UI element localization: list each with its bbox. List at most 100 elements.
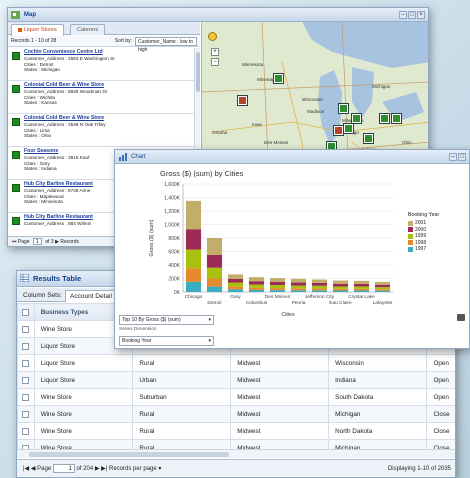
- legend-label: 1999: [415, 233, 427, 240]
- records-bar: Records 1 - 10 of 28 Sort by: Customer_N…: [8, 36, 200, 53]
- map-title-bar[interactable]: Map – □ ×: [8, 8, 428, 22]
- map-label: Ohio: [402, 140, 412, 145]
- row-checkbox[interactable]: [17, 371, 35, 389]
- x-tick-label: Chicago: [185, 294, 203, 300]
- table-cell: Wine Store: [33, 405, 134, 423]
- bar-segment: [290, 288, 307, 291]
- print-icon[interactable]: [457, 314, 465, 321]
- pager-page-label: Page: [17, 239, 30, 245]
- checkbox-icon: [22, 308, 30, 316]
- bar-segment: [332, 280, 349, 284]
- zoom-out-button[interactable]: −: [211, 58, 219, 66]
- map-marker[interactable]: [379, 113, 390, 124]
- list-item[interactable]: Colonial Cold Beer & Wine Store Customer_…: [8, 114, 194, 147]
- page-input[interactable]: 1: [52, 463, 75, 473]
- table-cell: Liquor Store: [33, 371, 134, 389]
- table-cell: South Dakota: [328, 388, 428, 406]
- row-checkbox[interactable]: [17, 337, 35, 355]
- next-page-icon[interactable]: ▶: [55, 239, 59, 245]
- store-marker-icon: [12, 151, 20, 159]
- tab-liquor-stores[interactable]: Liquor Stores: [11, 24, 64, 36]
- table-cell: Michigan: [328, 405, 428, 423]
- map-label: Des Moines: [264, 140, 289, 145]
- list-item[interactable]: Cochin Convenience Centre Ltd Customer_Ad…: [8, 48, 194, 81]
- chart-title-bar[interactable]: Chart – □: [115, 150, 469, 164]
- next-page-icon[interactable]: ▶: [95, 466, 100, 472]
- bar-segment: [374, 290, 391, 292]
- filter-value: Top 10 By Gross ($) (sum): [122, 317, 181, 323]
- map-marker[interactable]: [351, 113, 362, 124]
- bar-segment: [353, 283, 370, 287]
- tab-account-detail[interactable]: Account Detail: [65, 290, 117, 302]
- filter-select[interactable]: Top 10 By Gross ($) (sum) ▾: [119, 315, 214, 325]
- close-icon[interactable]: ×: [417, 11, 425, 19]
- table-row[interactable]: Liquor Store Urban Midwest Indiana Open: [17, 371, 455, 389]
- pager-page-label: Page: [37, 466, 52, 472]
- map-marker[interactable]: [343, 123, 354, 134]
- table-row[interactable]: Wine Store Rural Midwest Michigan Close: [17, 405, 455, 423]
- store-marker-icon: [12, 184, 20, 192]
- store-marker-icon: [12, 85, 20, 93]
- x-tick-label: Jefferson City: [305, 294, 335, 300]
- scrollbar-thumb[interactable]: [29, 452, 229, 457]
- list-item[interactable]: Colonial Cold Beer & Wine Store Customer_…: [8, 81, 194, 114]
- table-cell: Close: [426, 422, 455, 440]
- select-all-checkbox[interactable]: [17, 303, 35, 321]
- row-checkbox[interactable]: [17, 320, 35, 338]
- checkbox-icon: [22, 325, 30, 333]
- bar-segment: [206, 238, 223, 255]
- table-row[interactable]: Liquor Store Rural Midwest Wisconsin Open: [17, 354, 455, 372]
- x-tick-label: Detroit: [207, 300, 222, 306]
- map-marker[interactable]: [338, 103, 349, 114]
- table-row[interactable]: Wine Store Rural Midwest North Dakota Close: [17, 422, 455, 440]
- map-marker[interactable]: [237, 95, 248, 106]
- chart-icon: [119, 153, 127, 161]
- row-checkbox[interactable]: [17, 354, 35, 372]
- maximize-icon[interactable]: □: [458, 153, 466, 161]
- map-marker[interactable]: [391, 113, 402, 124]
- records-per-page-label[interactable]: Records per page: [109, 466, 157, 472]
- maximize-icon[interactable]: □: [408, 11, 416, 19]
- bar-segment: [353, 290, 370, 292]
- row-checkbox[interactable]: [17, 405, 35, 423]
- legend-label: 1997: [415, 246, 427, 253]
- first-page-icon[interactable]: ⏮: [12, 239, 17, 245]
- bar-segment: [248, 277, 265, 282]
- map-window-title: Map: [24, 12, 36, 18]
- pan-control-icon[interactable]: [208, 32, 217, 41]
- horizontal-scrollbar[interactable]: [17, 449, 455, 458]
- page-input[interactable]: 1: [32, 238, 42, 246]
- minimize-icon[interactable]: –: [449, 153, 457, 161]
- map-marker[interactable]: [333, 125, 344, 136]
- store-marker-icon: [12, 52, 20, 60]
- x-axis-label: Cities: [281, 312, 295, 318]
- bar-segment: [290, 285, 307, 289]
- bar-segment: [227, 274, 244, 279]
- y-tick-label: 1,600K: [164, 182, 181, 188]
- last-page-icon[interactable]: ▶|: [101, 466, 107, 472]
- results-title: Results Table: [33, 274, 82, 283]
- map-marker[interactable]: [273, 73, 284, 84]
- scrollbar-thumb[interactable]: [196, 52, 200, 92]
- map-icon: [11, 11, 20, 19]
- chevron-down-icon[interactable]: ▾: [158, 466, 161, 472]
- zoom-in-button[interactable]: +: [211, 48, 219, 56]
- map-marker[interactable]: [363, 133, 374, 144]
- minimize-icon[interactable]: –: [399, 11, 407, 19]
- table-row[interactable]: Wine Store Suburban Midwest South Dakota Ope…: [17, 388, 455, 406]
- legend-item[interactable]: 1997: [408, 246, 439, 253]
- series-dimension-select[interactable]: Booking Year ▾: [119, 336, 214, 346]
- first-page-icon[interactable]: |◀: [23, 466, 29, 472]
- tab-caterers[interactable]: Caterers: [70, 24, 106, 35]
- store-detail: States : Ohio: [24, 133, 52, 139]
- bar-segment: [332, 290, 349, 292]
- row-checkbox[interactable]: [17, 422, 35, 440]
- row-checkbox[interactable]: [17, 388, 35, 406]
- bar-segment: [185, 249, 202, 269]
- x-tick-label: Peoria: [292, 300, 306, 306]
- bar-segment: [332, 286, 349, 289]
- y-tick-label: 1,000K: [164, 222, 181, 228]
- bar-segment: [269, 290, 286, 292]
- prev-page-icon[interactable]: ◀: [31, 466, 36, 472]
- sort-select[interactable]: Customer_Name : low to high: [135, 37, 197, 53]
